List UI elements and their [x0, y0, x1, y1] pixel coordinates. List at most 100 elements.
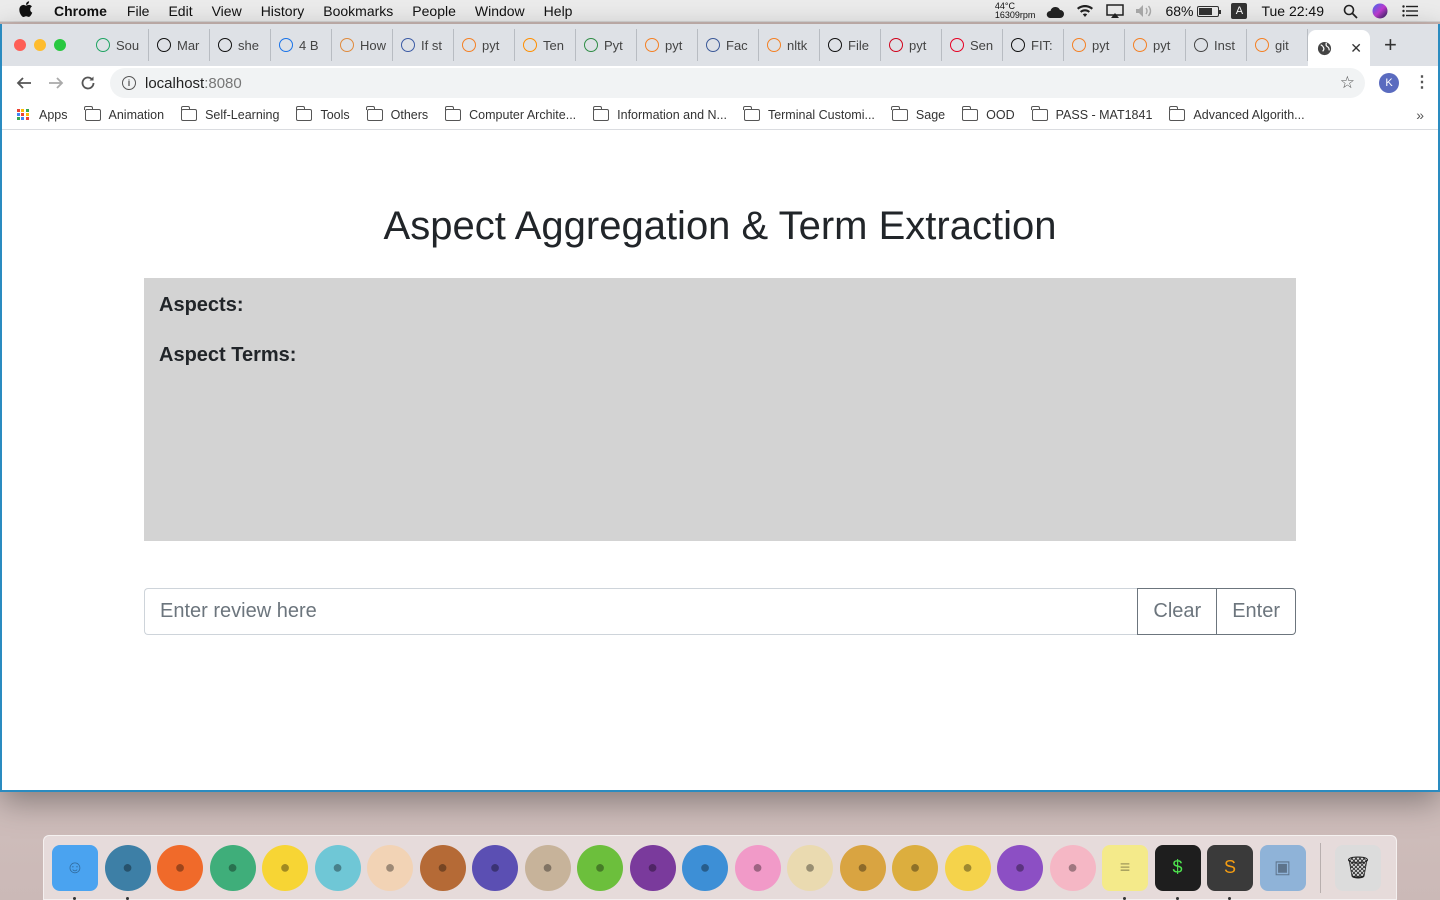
forward-button[interactable] — [46, 73, 66, 93]
tab-9[interactable]: pyt — [637, 29, 698, 61]
trash-icon[interactable]: 🗑 — [1335, 844, 1381, 891]
system-monitor[interactable]: 44°C 16309rpm — [995, 2, 1036, 20]
kadabra-icon[interactable]: ● — [892, 844, 938, 891]
bookmark-folder-4[interactable]: Computer Archite... — [444, 105, 576, 122]
tab-2[interactable]: she — [210, 29, 271, 61]
bookmark-label: Self-Learning — [205, 107, 280, 122]
tab-active-localhost[interactable]: ✕ — [1308, 30, 1370, 66]
bookmark-folder-3[interactable]: Others — [366, 105, 428, 122]
grimer-icon[interactable]: ● — [629, 844, 676, 891]
menu-history[interactable]: History — [261, 3, 305, 19]
bookmark-folder-5[interactable]: Information and N... — [592, 105, 727, 122]
tab-7[interactable]: Ten — [515, 29, 576, 61]
zubat-icon[interactable]: ● — [472, 844, 518, 891]
dratini-icon[interactable]: ● — [682, 844, 728, 891]
terminal-icon[interactable]: $ — [1154, 844, 1201, 900]
tab-11[interactable]: nltk — [759, 29, 820, 61]
bookmark-folder-8[interactable]: OOD — [961, 105, 1015, 122]
psyduck-icon[interactable]: ● — [944, 844, 991, 891]
charmander-icon[interactable]: ● — [157, 844, 203, 891]
input-source-indicator[interactable]: A — [1231, 3, 1248, 19]
url-port: :8080 — [204, 74, 242, 92]
mankey-icon[interactable]: ● — [367, 844, 413, 891]
bookmark-star-icon[interactable]: ☆ — [1340, 73, 1355, 93]
tab-18[interactable]: Inst — [1186, 29, 1247, 61]
bookmark-folder-1[interactable]: Self-Learning — [180, 105, 280, 122]
snorlax-icon[interactable]: ● — [104, 844, 151, 900]
address-bar[interactable]: i localhost:8080 ☆ — [110, 68, 1365, 98]
tab-15[interactable]: FIT: — [1003, 29, 1064, 61]
abra-icon[interactable]: ● — [839, 844, 886, 891]
reload-button[interactable] — [78, 73, 98, 93]
menu-help[interactable]: Help — [544, 3, 573, 19]
tab-6[interactable]: pyt — [454, 29, 515, 61]
stickies-icon[interactable]: ≡ — [1102, 844, 1148, 900]
browser-menu-icon[interactable]: ⋮ — [1414, 72, 1430, 92]
wifi-icon[interactable] — [1075, 4, 1095, 18]
close-window-button[interactable] — [14, 39, 26, 51]
finder-icon[interactable]: ☺ — [52, 844, 98, 900]
jigglypuff-icon[interactable]: ● — [734, 844, 781, 891]
menu-window[interactable]: Window — [475, 3, 525, 19]
review-input[interactable] — [144, 588, 1138, 635]
bulbasaur-icon[interactable]: ● — [209, 844, 256, 891]
tab-10[interactable]: Fac — [698, 29, 759, 61]
minimize-window-button[interactable] — [34, 39, 46, 51]
pikachu-icon[interactable]: ● — [262, 844, 308, 891]
profile-avatar[interactable]: K — [1379, 73, 1399, 93]
tab-1[interactable]: Mar — [149, 29, 210, 61]
shellder-icon[interactable]: ● — [524, 844, 571, 891]
tab-13[interactable]: pyt — [881, 29, 942, 61]
stackoverflow-icon — [645, 38, 659, 52]
menu-people[interactable]: People — [412, 3, 456, 19]
tab-19[interactable]: git — [1247, 29, 1308, 61]
eevee-icon[interactable]: ● — [419, 844, 466, 891]
close-tab-icon[interactable]: ✕ — [1350, 40, 1362, 57]
bookmark-folder-2[interactable]: Tools — [295, 105, 350, 122]
clock[interactable]: Tue 22:49 — [1261, 3, 1324, 19]
tab-8[interactable]: Pyt — [576, 29, 637, 61]
tab-12[interactable]: File — [820, 29, 881, 61]
fullscreen-window-button[interactable] — [54, 39, 66, 51]
apple-icon[interactable] — [19, 0, 37, 21]
sublime-text-icon[interactable]: S — [1207, 844, 1253, 900]
tab-4[interactable]: How — [332, 29, 393, 61]
tab-5[interactable]: If st — [393, 29, 454, 61]
menu-edit[interactable]: Edit — [168, 3, 192, 19]
tab-17[interactable]: pyt — [1125, 29, 1186, 61]
clear-button[interactable]: Clear — [1137, 588, 1218, 635]
menu-view[interactable]: View — [212, 3, 242, 19]
new-tab-button[interactable]: + — [1384, 32, 1397, 58]
bookmarks-overflow-button[interactable]: » — [1416, 107, 1424, 123]
battery-icon[interactable] — [1197, 5, 1222, 17]
enter-button[interactable]: Enter — [1217, 588, 1296, 635]
site-info-icon[interactable]: i — [122, 76, 136, 90]
tab-14[interactable]: Sen — [942, 29, 1003, 61]
bookmark-apps[interactable]: Apps — [39, 108, 68, 122]
bookmark-folder-7[interactable]: Sage — [891, 105, 945, 122]
rattata-icon[interactable]: ● — [997, 844, 1043, 891]
bookmark-folder-10[interactable]: Advanced Algorith... — [1168, 105, 1305, 122]
menu-file[interactable]: File — [127, 3, 150, 19]
natu-icon[interactable]: ● — [577, 844, 623, 891]
tab-3[interactable]: 4 B — [271, 29, 332, 61]
squirtle-icon[interactable]: ● — [314, 844, 361, 891]
mew-icon[interactable]: ● — [1049, 844, 1096, 891]
airplay-icon[interactable] — [1105, 4, 1125, 18]
bookmark-folder-9[interactable]: PASS - MAT1841 — [1031, 105, 1152, 122]
meowth-icon[interactable]: ● — [787, 844, 833, 891]
bookmark-folder-0[interactable]: Animation — [84, 105, 164, 122]
bookmark-folder-6[interactable]: Terminal Customi... — [743, 105, 875, 122]
menu-bookmarks[interactable]: Bookmarks — [323, 3, 393, 19]
tab-0[interactable]: Sou — [88, 29, 149, 61]
preview-icon[interactable]: ▣ — [1259, 844, 1306, 891]
back-button[interactable] — [14, 73, 34, 93]
dock-glyph: ● — [647, 857, 658, 877]
menu-app-name[interactable]: Chrome — [54, 3, 107, 19]
notification-center-icon[interactable] — [1400, 4, 1420, 18]
cloud-icon[interactable] — [1045, 4, 1065, 18]
siri-icon[interactable] — [1370, 3, 1390, 19]
tab-16[interactable]: pyt — [1064, 29, 1125, 61]
volume-icon[interactable] — [1135, 4, 1155, 18]
spotlight-search-icon[interactable] — [1340, 4, 1360, 19]
